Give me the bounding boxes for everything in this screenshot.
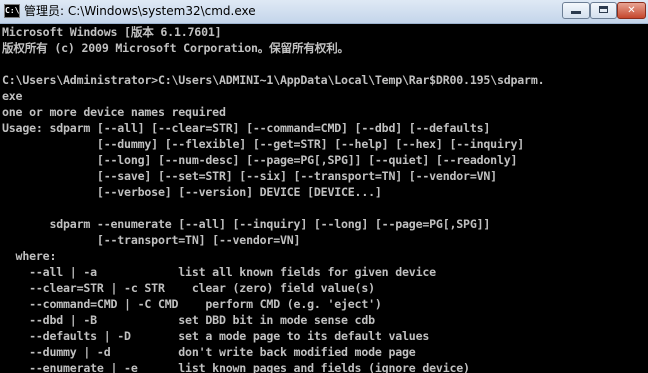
console-line: sdparm --enumerate [--all] [--inquiry] [… bbox=[2, 217, 491, 231]
console-line: [--long] [--num-desc] [--page=PG[,SPG]] … bbox=[2, 153, 518, 167]
minimize-button[interactable] bbox=[562, 2, 590, 19]
console-icon[interactable]: C:\ bbox=[4, 4, 20, 18]
title-bar[interactable]: C:\ 管理员: C:\Windows\system32\cmd.exe ✕ bbox=[0, 0, 648, 24]
console-line: exe bbox=[2, 89, 23, 103]
console-line: C:\Users\Administrator>C:\Users\ADMINI~1… bbox=[2, 73, 545, 87]
console-line: --dbd | -B set DBD bit in mode sense cdb bbox=[2, 313, 375, 327]
console-line: [--dummy] [--flexible] [--get=STR] [--he… bbox=[2, 137, 525, 151]
console-line: --dummy | -d don't write back modified m… bbox=[2, 345, 416, 359]
console-line: --enumerate | -e list known pages and fi… bbox=[2, 361, 470, 373]
console-line: [--save] [--set=STR] [--six] [--transpor… bbox=[2, 169, 497, 183]
console-line: Microsoft Windows [版本 6.1.7601] bbox=[2, 25, 222, 39]
console-line: --command=CMD | -C CMD perform CMD (e.g.… bbox=[2, 297, 382, 311]
maximize-button[interactable] bbox=[590, 2, 617, 19]
console-line: one or more device names required bbox=[2, 105, 226, 119]
console-line: Usage: sdparm [--all] [--clear=STR] [--c… bbox=[2, 121, 491, 135]
console-line: --defaults | -D set a mode page to its d… bbox=[2, 329, 430, 343]
minimize-icon bbox=[571, 11, 581, 14]
console-line: --clear=STR | -c STR clear (zero) field … bbox=[2, 281, 375, 295]
console-line: --all | -a list all known fields for giv… bbox=[2, 265, 436, 279]
close-button[interactable]: ✕ bbox=[617, 2, 646, 19]
console-line: [--transport=TN] [--vendor=VN] bbox=[2, 233, 301, 247]
console-line: where: bbox=[2, 249, 57, 263]
console-output[interactable]: Microsoft Windows [版本 6.1.7601] 版权所有 (c) … bbox=[2, 24, 648, 373]
maximize-icon bbox=[599, 6, 608, 13]
close-icon: ✕ bbox=[627, 5, 636, 16]
window-title: 管理员: C:\Windows\system32\cmd.exe bbox=[24, 4, 256, 18]
cmd-window: C:\ 管理员: C:\Windows\system32\cmd.exe ✕ M… bbox=[0, 0, 648, 373]
console-line: [--verbose] [--version] DEVICE [DEVICE..… bbox=[2, 185, 382, 199]
console-line: 版权所有 (c) 2009 Microsoft Corporation。保留所有… bbox=[2, 41, 349, 55]
